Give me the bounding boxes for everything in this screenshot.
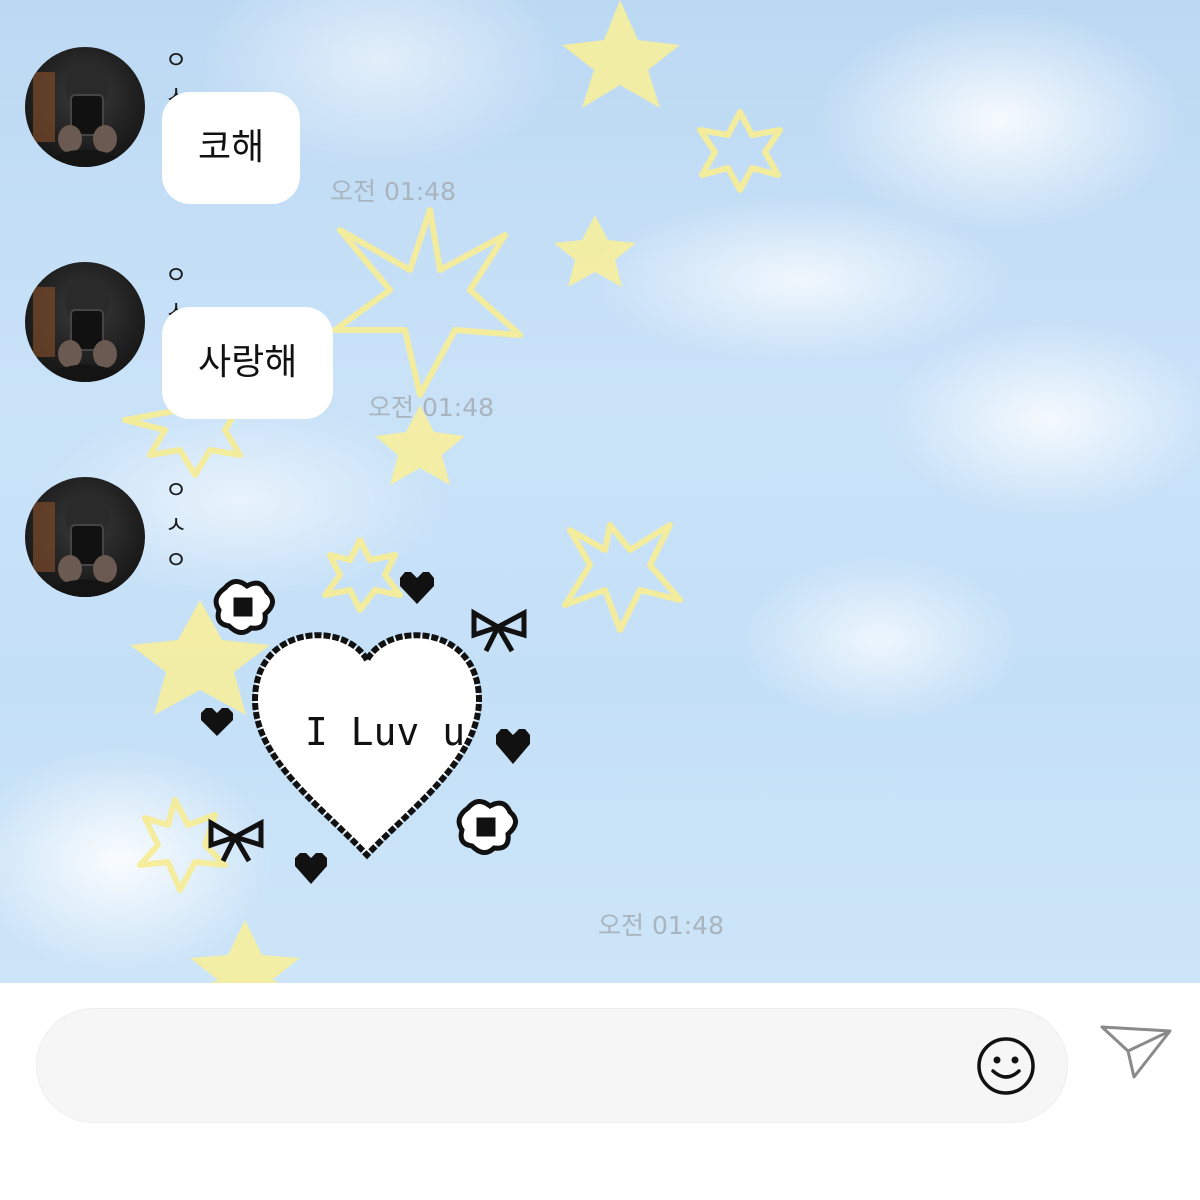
avatar[interactable] <box>25 47 145 167</box>
flower-icon <box>456 799 518 855</box>
paper-plane-icon[interactable] <box>1098 1019 1174 1081</box>
star-decoration <box>562 0 680 108</box>
chat-background: ㅇㅅㅇ 코해 오전 01:48 ㅇㅅㅇ 사랑해 오전 01:48 <box>0 0 1200 983</box>
message-bubble[interactable]: 코해 <box>162 92 301 204</box>
flower-icon <box>213 579 275 635</box>
message-time: 오전 01:48 <box>368 393 494 422</box>
star-outline-decoration <box>697 109 783 193</box>
avatar[interactable] <box>25 477 145 597</box>
star-outline-decoration <box>332 207 523 398</box>
avatar[interactable] <box>25 262 145 382</box>
star-decoration <box>554 215 636 287</box>
smiley-icon[interactable] <box>975 1035 1037 1097</box>
sticker-caption: I Luv u <box>304 710 466 754</box>
message-time: 오전 01:48 <box>598 911 724 940</box>
message-input-container[interactable] <box>36 1008 1068 1123</box>
sender-name: ㅇㅅㅇ <box>165 476 191 574</box>
small-heart-icon <box>400 572 434 604</box>
heart-sticker[interactable]: I Luv u <box>195 560 540 900</box>
profile-photo <box>33 493 135 597</box>
ribbon-icon <box>471 608 527 653</box>
star-decoration <box>190 920 300 983</box>
message-time: 오전 01:48 <box>330 177 456 206</box>
small-heart-icon <box>295 853 327 884</box>
star-outline-decoration <box>562 522 683 633</box>
ribbon-icon <box>208 818 264 863</box>
message-input[interactable] <box>77 1043 981 1091</box>
profile-photo <box>33 278 135 382</box>
small-heart-icon <box>496 729 530 764</box>
message-bubble[interactable]: 사랑해 <box>162 307 334 419</box>
message-composer <box>0 983 1200 1200</box>
small-heart-icon <box>201 708 233 736</box>
profile-photo <box>33 63 135 167</box>
